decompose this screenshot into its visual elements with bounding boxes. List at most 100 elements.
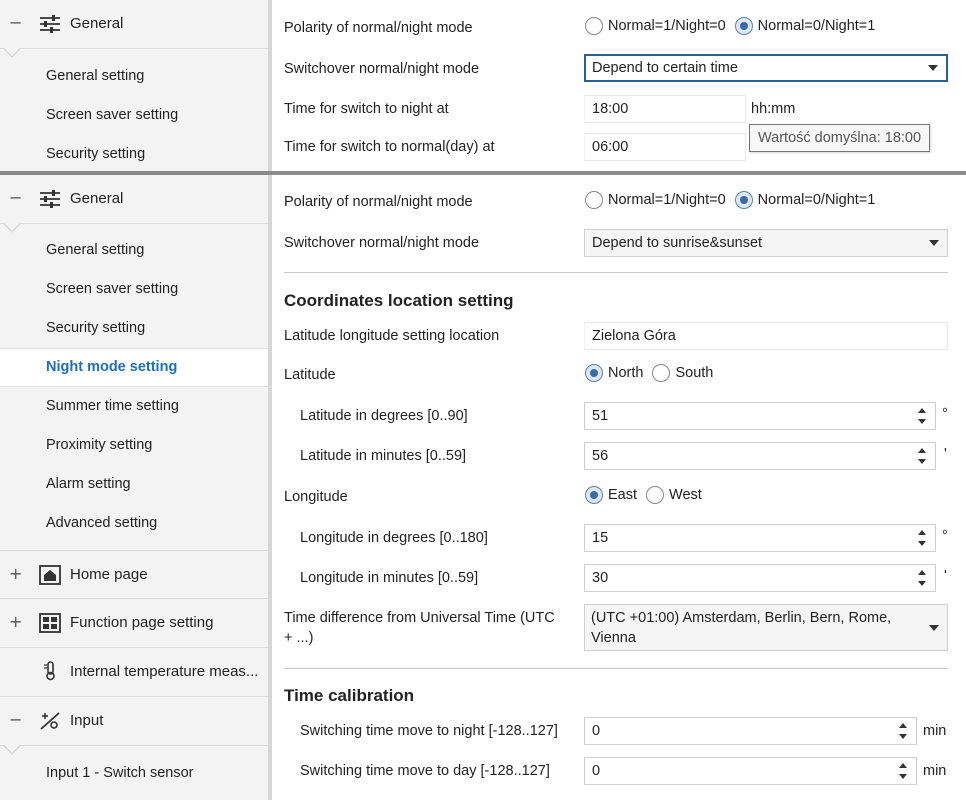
polarity-option2-label[interactable]: Normal=0/Night=1 (758, 18, 876, 34)
night-time-value: 18:00 (592, 101, 629, 117)
east-label[interactable]: East (608, 487, 637, 503)
collapse-icon[interactable]: − (9, 13, 22, 32)
sidebar-item-label: Screen saver setting (46, 107, 179, 123)
south-radio[interactable] (652, 364, 671, 382)
stepper-down-icon[interactable] (918, 541, 926, 546)
switchover-label: Switchover normal/night mode (284, 61, 480, 77)
settings-panel: Polarity of normal/night mode Normal=1/N… (272, 175, 966, 800)
lon-degrees-value: 15 (592, 530, 609, 546)
lon-degrees-stepper[interactable]: 15 (584, 524, 936, 552)
sidebar-group-label: Home page (70, 566, 148, 583)
utc-label-line2: + ...) (284, 630, 314, 646)
sidebar-item-label: Input 1 - Switch sensor (46, 765, 194, 781)
switchover-select[interactable]: Depend to sunrise&sunset (584, 229, 948, 257)
sidebar-group-general[interactable]: − General (0, 0, 268, 58)
utc-select[interactable]: (UTC +01:00) Amsterdam, Berlin, Bern, Ro… (584, 604, 948, 651)
sidebar-item-label: Proximity setting (46, 437, 153, 453)
stepper-up-icon[interactable] (918, 408, 926, 413)
longitude-label: Longitude (284, 489, 348, 505)
sidebar-item-input-1[interactable]: Input 1 - Switch sensor (0, 755, 268, 794)
sidebar-group-general[interactable]: − General (0, 175, 268, 233)
group-notch (3, 40, 21, 58)
west-label[interactable]: West (669, 487, 702, 503)
lat-degrees-stepper[interactable]: 51 (584, 402, 936, 430)
sidebar-group-home[interactable]: + Home page (0, 550, 268, 599)
minute-unit: ' (944, 568, 947, 584)
sidebar-item-proximity[interactable]: Proximity setting (0, 427, 268, 466)
latitude-radio-group: North South (585, 364, 722, 382)
lat-minutes-label: Latitude in minutes [0..59] (300, 448, 467, 464)
lon-minutes-value: 30 (592, 570, 609, 586)
sidebar-item-screen-saver[interactable]: Screen saver setting (0, 271, 268, 310)
settings-panel: Polarity of normal/night mode Normal=1/N… (272, 0, 966, 171)
sidebar-group-internal-temperature[interactable]: Internal temperature meas... (0, 648, 268, 697)
stepper-up-icon[interactable] (918, 570, 926, 575)
stepper-down-icon[interactable] (899, 774, 907, 779)
sidebar: − General General setting Screen saver s… (0, 175, 272, 800)
location-input[interactable]: Zielona Góra (584, 322, 948, 350)
east-radio[interactable] (585, 486, 603, 504)
home-icon (39, 565, 61, 585)
sidebar-item-security[interactable]: Security setting (0, 136, 268, 171)
sidebar-item-general-setting[interactable]: General setting (0, 232, 268, 271)
sidebar-item-security[interactable]: Security setting (0, 310, 268, 349)
sidebar-group-label: Function page setting (70, 614, 214, 631)
lat-minutes-stepper[interactable]: 56 (584, 442, 936, 470)
polarity-option1-radio[interactable] (585, 17, 603, 35)
switchover-select[interactable]: Depend to certain time (584, 54, 948, 82)
stepper-down-icon[interactable] (918, 419, 926, 424)
polarity-option2-radio[interactable] (734, 17, 753, 35)
sidebar-item-screen-saver[interactable]: Screen saver setting (0, 97, 268, 136)
north-label[interactable]: North (608, 365, 643, 381)
sidebar-item-label: Screen saver setting (46, 281, 179, 297)
time-format-unit: hh:mm (751, 101, 796, 117)
default-value-tooltip: Wartość domyślna: 18:00 (749, 124, 931, 152)
group-notch (3, 215, 21, 233)
stepper-up-icon[interactable] (918, 530, 926, 535)
polarity-option2-radio[interactable] (734, 191, 753, 209)
expand-icon[interactable]: + (9, 564, 22, 583)
stepper-up-icon[interactable] (899, 723, 907, 728)
lon-minutes-stepper[interactable]: 30 (584, 564, 936, 592)
degree-unit: ° (942, 406, 948, 422)
polarity-option1-label[interactable]: Normal=1/Night=0 (608, 192, 726, 208)
south-label[interactable]: South (675, 365, 713, 381)
stepper-down-icon[interactable] (918, 459, 926, 464)
sidebar-item-label: Security setting (46, 320, 146, 336)
sidebar-group-label: Input (70, 712, 104, 729)
sidebar-item-alarm[interactable]: Alarm setting (0, 466, 268, 505)
stepper-down-icon[interactable] (899, 734, 907, 739)
sidebar-group-input[interactable]: − Input (0, 697, 268, 755)
group-notch (3, 737, 21, 755)
north-radio[interactable] (585, 364, 603, 382)
polarity-option2-label[interactable]: Normal=0/Night=1 (758, 192, 876, 208)
stepper-down-icon[interactable] (918, 581, 926, 586)
sidebar-group-function-page[interactable]: + Function page setting (0, 599, 268, 648)
stepper-up-icon[interactable] (918, 448, 926, 453)
sidebar-item-label: General setting (46, 242, 145, 258)
expand-icon[interactable]: + (9, 612, 22, 631)
utc-value: (UTC +01:00) Amsterdam, Berlin, Bern, Ro… (591, 610, 892, 646)
sidebar-item-advanced[interactable]: Advanced setting (0, 505, 268, 544)
move-to-day-stepper[interactable]: 0 (584, 757, 917, 785)
longitude-radio-group: East West (585, 486, 711, 504)
thermometer-icon (44, 661, 55, 681)
polarity-option1-label[interactable]: Normal=1/Night=0 (608, 18, 726, 34)
collapse-icon[interactable]: − (9, 710, 22, 729)
minute-unit: ' (944, 446, 947, 462)
sidebar-item-summer-time[interactable]: Summer time setting (0, 388, 268, 427)
stepper-up-icon[interactable] (899, 763, 907, 768)
collapse-icon[interactable]: − (9, 188, 22, 207)
sidebar-item-night-mode[interactable]: Night mode setting (0, 348, 272, 387)
sidebar-group-label: Internal temperature meas... (70, 663, 259, 680)
day-time-input[interactable]: 06:00 (584, 133, 746, 161)
move-to-night-stepper[interactable]: 0 (584, 717, 917, 745)
section-divider (284, 272, 948, 273)
west-radio[interactable] (646, 486, 665, 504)
night-time-input[interactable]: 18:00 (584, 95, 746, 123)
chevron-down-icon (929, 240, 939, 246)
sidebar-item-general-setting[interactable]: General setting (0, 58, 268, 97)
sidebar-item-label: Advanced setting (46, 515, 158, 531)
top-pane: − General General setting Screen saver s… (0, 0, 966, 171)
polarity-option1-radio[interactable] (585, 191, 603, 209)
